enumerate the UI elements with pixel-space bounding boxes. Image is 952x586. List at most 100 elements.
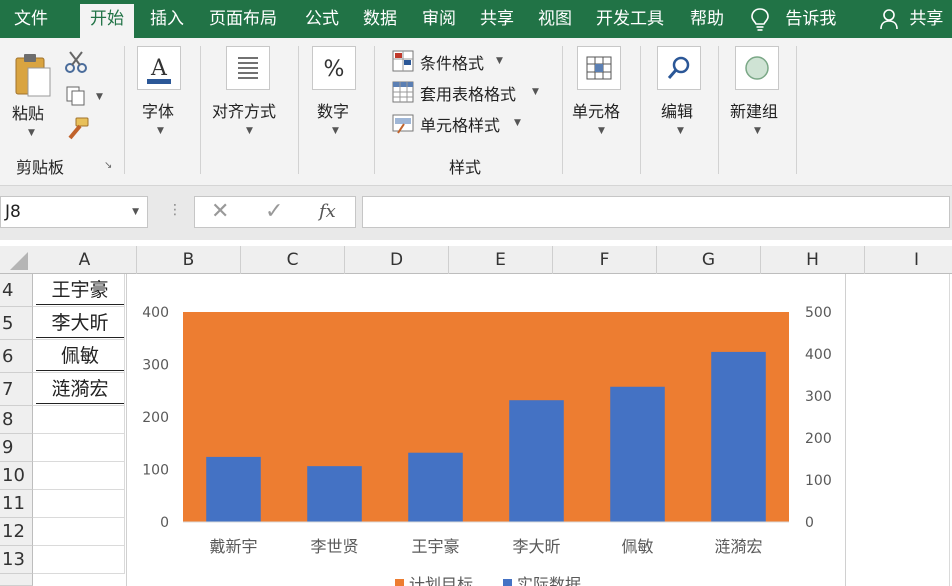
category-axis: 戴新宇 李世贤 王宇豪 李大昕 佩敏 涟漪宏 [209,537,762,556]
name-box[interactable]: J8 ▼ [0,196,148,228]
right-tick-label: 300 [805,389,832,405]
alignment-icon-box [226,46,270,90]
column-header-e[interactable]: E [449,246,553,274]
cell-a12[interactable] [33,518,125,546]
cells-button[interactable]: 单元格 ▼ [572,46,632,156]
left-tick-label: 0 [160,515,169,531]
table-format-label: 套用表格格式 [420,85,517,104]
target-area [183,312,789,522]
row-header-9[interactable]: 9 [0,434,33,462]
cut-icon[interactable] [64,50,88,74]
svg-text:A: A [150,56,168,81]
select-all-icon[interactable] [0,246,33,274]
ribbon-separator [124,46,125,174]
category-label: 涟漪宏 [714,537,762,556]
person-icon [880,9,898,30]
column-header-g[interactable]: G [657,246,761,274]
actual-bar [408,452,463,522]
column-h-cells[interactable] [846,274,950,586]
cells-label: 单元格 [572,102,621,121]
tell-me-button[interactable]: 告诉我 [750,0,836,38]
category-label: 李大昕 [512,537,560,556]
copy-dropdown-icon[interactable]: ▼ [96,92,103,102]
tab-page-layout[interactable]: 页面布局 [209,0,277,38]
cell-a9[interactable] [33,434,125,462]
paste-button[interactable]: 粘贴 ▼ [8,52,56,148]
conditional-format-button[interactable]: 条件格式 ▼ [392,50,552,74]
cell-name: 李大昕 [36,308,124,338]
tab-data[interactable]: 数据 [363,0,397,38]
ribbon-separator [562,46,563,174]
row-header-12[interactable]: 12 [0,518,33,546]
row-header-4[interactable]: 4 [0,274,33,307]
column-header-d[interactable]: D [345,246,449,274]
column-header-h[interactable]: H [761,246,865,274]
cancel-icon[interactable]: ✕ [211,199,229,224]
share-button[interactable]: 共享 [880,0,943,38]
left-tick-label: 400 [142,305,169,321]
confirm-icon[interactable]: ✓ [265,199,283,224]
table-format-icon [392,81,414,103]
cell-name: 王宇豪 [36,275,124,305]
row-header-8[interactable]: 8 [0,406,33,434]
percent-icon: % [324,57,345,82]
paste-label: 粘贴 [12,104,45,123]
left-tick-label: 300 [142,358,169,374]
legend-label: 计划目标 [409,575,473,586]
tab-insert[interactable]: 插入 [150,0,184,38]
editing-label: 编辑 [661,102,694,121]
row-header-11[interactable]: 11 [0,490,33,518]
number-button[interactable]: % 数字 ▼ [312,46,360,156]
new-group-button[interactable]: 新建组 ▼ [728,46,788,156]
row-header-5[interactable]: 5 [0,307,33,340]
insert-function-icon[interactable]: fx [319,201,336,222]
editing-icon-box [657,46,701,90]
number-icon-box: % [312,46,356,90]
cell-a10[interactable] [33,462,125,490]
actual-bar [206,456,261,522]
font-button[interactable]: A 字体 ▼ [137,46,185,156]
row-header-7[interactable]: 7 [0,373,33,406]
actual-bar [509,400,564,522]
category-label: 李世贤 [310,537,358,556]
tab-help[interactable]: 帮助 [690,0,724,38]
number-label: 数字 [317,102,350,121]
cell-a13[interactable] [33,546,125,574]
column-header-f[interactable]: F [553,246,657,274]
formula-input[interactable] [362,196,950,228]
cell-a11[interactable] [33,490,125,518]
legend-swatch [503,579,512,586]
cells-icon-box [577,46,621,90]
tab-share[interactable]: 共享 [480,0,514,38]
number-dropdown-icon: ▼ [332,126,339,136]
chevron-down-icon[interactable]: ▼ [132,197,139,227]
row-header-10[interactable]: 10 [0,462,33,490]
tab-view[interactable]: 视图 [538,0,572,38]
format-painter-icon[interactable] [64,116,90,142]
tab-formulas[interactable]: 公式 [305,0,339,38]
cell-name: 佩敏 [36,341,124,371]
editing-button[interactable]: 编辑 ▼ [655,46,703,156]
drag-handle-icon[interactable]: ⋮ [168,202,182,218]
column-header-i[interactable]: I [865,246,952,274]
column-header-a[interactable]: A [33,246,137,274]
column-header-b[interactable]: B [137,246,241,274]
tab-home[interactable]: 开始 [80,4,134,38]
table-format-button[interactable]: 套用表格格式 ▼ [392,81,552,105]
table-format-dropdown-icon: ▼ [532,87,539,97]
alignment-button[interactable]: 对齐方式 ▼ [210,46,290,156]
cell-style-button[interactable]: 单元格样式 ▼ [392,112,552,136]
conditional-format-icon [392,50,414,72]
row-header-6[interactable]: 6 [0,340,33,373]
tab-developer[interactable]: 开发工具 [596,0,664,38]
tab-file[interactable]: 文件 [14,0,48,38]
row-header-13[interactable]: 13 [0,546,33,574]
combo-chart[interactable]: 0 100 200 300 400 0 100 200 300 400 500 戴新宇 李世贤 王宇豪… [126,274,846,586]
column-header-c[interactable]: C [241,246,345,274]
copy-icon[interactable] [64,84,88,108]
cell-a8[interactable] [33,406,125,434]
conditional-format-dropdown-icon: ▼ [496,56,503,66]
tab-review[interactable]: 审阅 [422,0,456,38]
left-tick-label: 200 [142,410,169,426]
dialog-launcher-icon[interactable]: ↘ [104,160,112,171]
